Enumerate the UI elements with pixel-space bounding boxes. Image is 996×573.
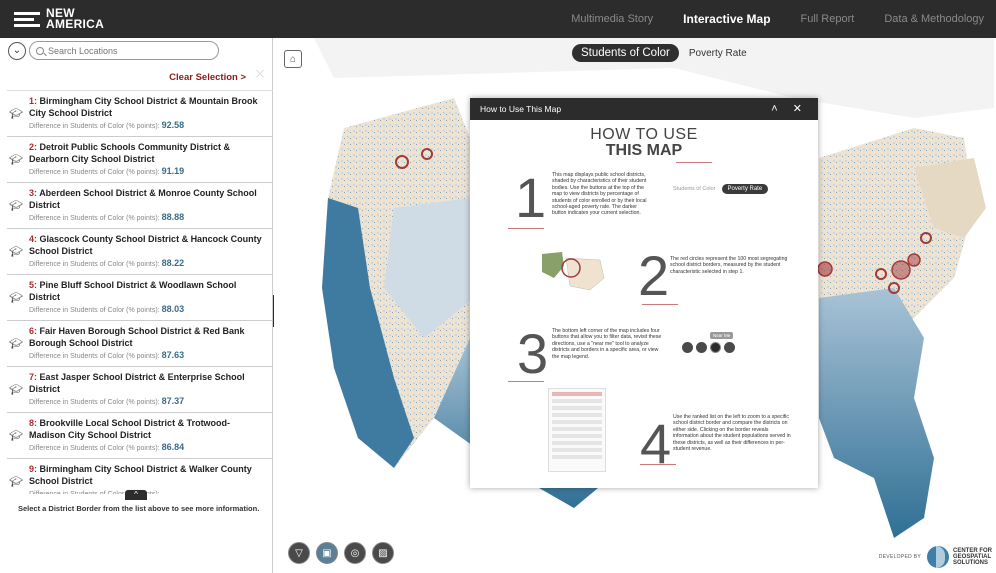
list-item[interactable]: 🎓︎ 9: Birmingham City School District & W… xyxy=(7,459,273,494)
list-item[interactable]: 🎓︎ 8: Brookville Local School District & … xyxy=(7,413,273,459)
mini-toggle-example: Students of Color Poverty Rate xyxy=(673,184,769,194)
border-marker xyxy=(817,261,833,277)
nav-multimedia-story[interactable]: Multimedia Story xyxy=(571,13,653,25)
modal-header: How to Use This Map ˄ ✕ xyxy=(470,98,818,120)
modal-title: How to Use This Map xyxy=(480,104,562,114)
step4-text: Use the ranked list on the left to zoom … xyxy=(673,414,791,453)
developer-credit: DEVELOPED BY CENTER FOR GEOSPATIAL SOLUT… xyxy=(878,546,992,568)
graduation-cap-icon: 🎓︎ xyxy=(9,200,23,212)
step2-number: 2 xyxy=(638,244,670,307)
select-hint: Select a District Border from the list a… xyxy=(18,504,260,513)
border-marker xyxy=(891,260,911,280)
layer-toggle: Students of Color Poverty Rate xyxy=(572,44,747,62)
mini-list-example xyxy=(548,388,606,472)
home-button[interactable]: ⌂ xyxy=(284,50,302,68)
list-item-title: 3: Aberdeen School District & Monroe Cou… xyxy=(29,188,257,210)
graduation-cap-icon: 🎓︎ xyxy=(9,246,23,258)
graduation-cap-icon: 🎓︎ xyxy=(9,338,23,350)
list-item-diff: Difference in Students of Color (% point… xyxy=(29,212,185,222)
toggle-poverty-rate[interactable]: Poverty Rate xyxy=(689,48,747,59)
list-item-title: 5: Pine Bluff School District & Woodlawn… xyxy=(29,280,237,302)
step3-number: 3 xyxy=(517,322,549,385)
list-item-diff: Difference in Students of Color (% point… xyxy=(29,396,185,406)
step2-text: The red circles represent the 100 most s… xyxy=(670,256,788,275)
list-item-title: 2: Detroit Public Schools Community Dist… xyxy=(29,142,231,164)
graduation-cap-icon: 🎓︎ xyxy=(9,430,23,442)
search-icon xyxy=(36,46,44,55)
list-item-title: 6: Fair Haven Borough School District & … xyxy=(29,326,245,348)
nav-full-report[interactable]: Full Report xyxy=(801,13,855,25)
list-item-diff: Difference in Students of Color (% point… xyxy=(29,166,185,176)
step1-number: 1 xyxy=(515,166,547,229)
border-marker xyxy=(907,253,921,267)
main-nav: Multimedia Story Interactive Map Full Re… xyxy=(541,0,984,38)
list-expand-handle[interactable]: ^ xyxy=(125,490,147,500)
list-item-title: 4: Glascock County School District & Han… xyxy=(29,234,262,256)
graduation-cap-icon: 🎓︎ xyxy=(9,154,23,166)
list-item-diff: Difference in Students of Color (% point… xyxy=(29,304,185,314)
list-item[interactable]: 🎓︎ 2: Detroit Public Schools Community Di… xyxy=(7,137,273,183)
search-input[interactable] xyxy=(48,45,213,56)
close-icon[interactable]: ⤫ xyxy=(256,69,264,80)
list-item-diff: Difference in Students of Color (% point… xyxy=(29,350,185,360)
how-to-modal: How to Use This Map ˄ ✕ HOW TO USE THIS … xyxy=(470,98,818,488)
graduation-cap-icon: 🎓︎ xyxy=(9,108,23,120)
list-item-diff: Difference in Students of Color (% point… xyxy=(29,258,185,268)
map-tools: ▽ ▣ ◎ ▨ xyxy=(288,542,394,564)
list-item-diff: Difference in Students of Color (% point… xyxy=(29,442,185,452)
logo-bars-icon xyxy=(14,11,40,27)
mini-tools-example xyxy=(682,342,735,353)
graduation-cap-icon: 🎓︎ xyxy=(9,476,23,488)
collapse-icon[interactable]: ˄ xyxy=(771,103,783,115)
list-item[interactable]: 🎓︎ 4: Glascock County School District & H… xyxy=(7,229,273,275)
step1-text: This map displays public school district… xyxy=(552,172,647,217)
top-bar: NEW AMERICA Multimedia Story Interactive… xyxy=(0,0,996,38)
legend-icon: ▨ xyxy=(378,547,388,559)
home-icon: ⌂ xyxy=(289,53,297,65)
list-item-title: 1: Birmingham City School District & Mou… xyxy=(29,96,258,118)
how-to-title-line2: THIS MAP xyxy=(605,142,683,159)
list-item-diff: Difference in Students of Color (% point… xyxy=(29,120,185,130)
list-item[interactable]: 🎓︎ 7: East Jasper School District & Enter… xyxy=(7,367,273,413)
near-me-button[interactable]: ◎ xyxy=(344,542,366,564)
southeast-region xyxy=(819,288,934,538)
district-border-list[interactable]: 🎓︎ 1: Birmingham City School District & M… xyxy=(7,90,273,494)
nav-data-methodology[interactable]: Data & Methodology xyxy=(884,13,984,25)
close-icon[interactable]: ✕ xyxy=(793,103,808,115)
nav-interactive-map[interactable]: Interactive Map xyxy=(683,12,770,26)
list-item[interactable]: 🎓︎ 3: Aberdeen School District & Monroe C… xyxy=(7,183,273,229)
list-item[interactable]: 🎓︎ 5: Pine Bluff School District & Woodla… xyxy=(7,275,273,321)
list-item-title: 7: East Jasper School District & Enterpr… xyxy=(29,372,245,394)
list-item[interactable]: 🎓︎ 6: Fair Haven Borough School District … xyxy=(7,321,273,367)
sidebar: ⌄ Clear Selection > ⤫ 🎓︎ 1: Birmingham Ci… xyxy=(0,38,273,573)
logo-line2: AMERICA xyxy=(46,17,105,31)
filter-button[interactable]: ▽ xyxy=(288,542,310,564)
list-item[interactable]: 🎓︎ 1: Birmingham City School District & M… xyxy=(7,91,273,137)
filter-icon: ▽ xyxy=(295,547,303,559)
search-box[interactable] xyxy=(29,41,219,60)
list-item-diff: Difference in Students of Color (% point… xyxy=(29,487,265,494)
list-item-title: 9: Birmingham City School District & Wal… xyxy=(29,464,252,486)
toggle-students-of-color[interactable]: Students of Color xyxy=(572,44,679,62)
list-item-title: 8: Brookville Local School District & Tr… xyxy=(29,418,231,440)
legend-button[interactable]: ▨ xyxy=(372,542,394,564)
chevron-up-icon: ^ xyxy=(134,490,138,499)
step3-text: The bottom left corner of the map includ… xyxy=(552,328,662,360)
clear-selection-link[interactable]: Clear Selection > xyxy=(169,72,246,83)
step2-map-illustration xyxy=(542,252,605,291)
near-me-icon: ◎ xyxy=(350,547,360,559)
chevron-down-icon: ⌄ xyxy=(12,45,22,56)
graduation-cap-icon: 🎓︎ xyxy=(9,384,23,396)
collapse-toggle-button[interactable]: ⌄ xyxy=(8,41,26,60)
directions-button[interactable]: ▣ xyxy=(316,542,338,564)
image-icon: ▣ xyxy=(322,547,332,559)
cgs-logo-icon xyxy=(927,546,949,568)
new-america-logo[interactable]: NEW AMERICA xyxy=(14,0,104,38)
graduation-cap-icon: 🎓︎ xyxy=(9,292,23,304)
near-me-tooltip: Near Me xyxy=(710,332,734,339)
